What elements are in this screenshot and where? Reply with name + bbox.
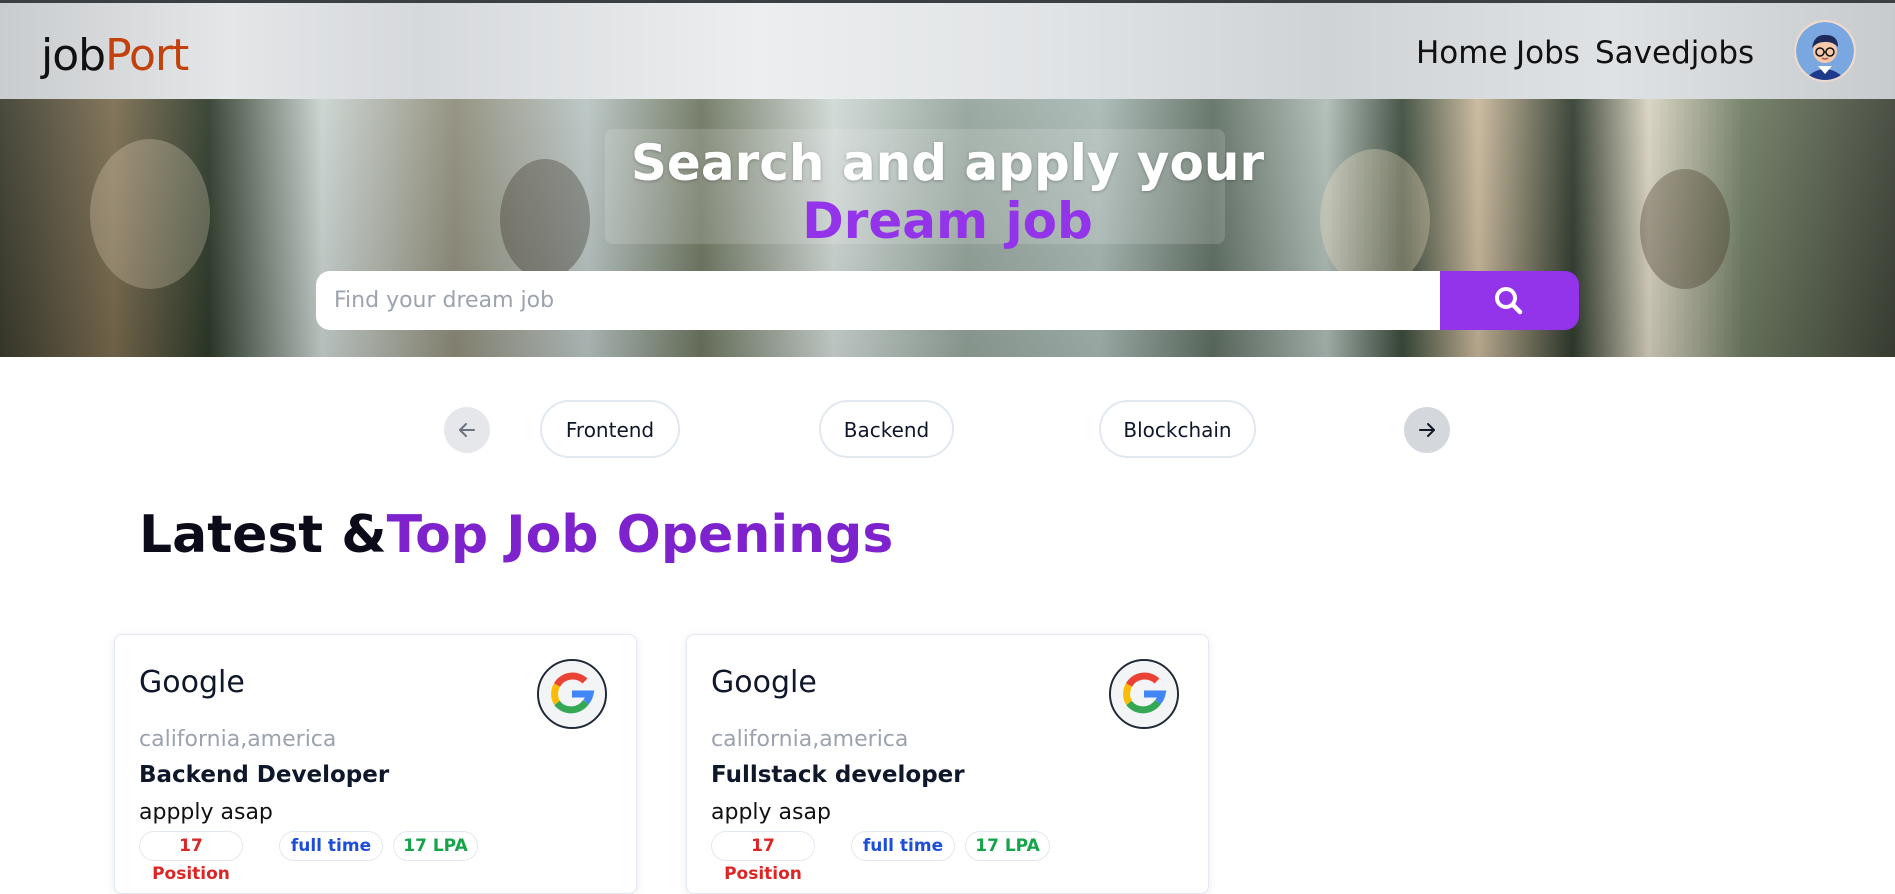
- job-title: Backend Developer: [139, 762, 390, 788]
- job-location: california,america: [139, 727, 337, 752]
- brand-logo[interactable]: jobPort: [41, 30, 189, 81]
- category-pill-backend[interactable]: Backend: [819, 400, 954, 458]
- section-title: Latest &Top Job Openings: [139, 505, 893, 565]
- company-logo: [1109, 659, 1179, 729]
- carousel-prev-button[interactable]: [444, 407, 490, 453]
- nav-savedjobs-link[interactable]: Savedjobs: [1595, 35, 1754, 71]
- company-logo: [537, 659, 607, 729]
- job-location: california,america: [711, 727, 909, 752]
- arrow-right-icon: [1419, 423, 1435, 437]
- search-button[interactable]: [1440, 271, 1579, 330]
- nav-home-link[interactable]: Home: [1416, 35, 1508, 71]
- nav-jobs-link[interactable]: Jobs: [1516, 35, 1580, 71]
- company-name: Google: [139, 665, 245, 700]
- section-title-highlight: Top Job Openings: [386, 505, 894, 565]
- job-card[interactable]: Google california,america Backend Develo…: [114, 634, 637, 894]
- job-type-badge: full time: [851, 831, 955, 861]
- positions-badge: 17 Position: [139, 831, 243, 884]
- salary-badge: 17 LPA: [393, 831, 478, 861]
- brand-logo-part1: job: [41, 30, 106, 81]
- hero-title: Search and apply your: [630, 134, 1265, 192]
- job-description: apply asap: [711, 800, 831, 825]
- section-title-part1: Latest &: [139, 505, 387, 565]
- avatar-icon: [1796, 22, 1854, 80]
- search-icon: [1495, 287, 1523, 315]
- positions-badge: 17 Position: [711, 831, 815, 884]
- category-pill-frontend[interactable]: Frontend: [540, 400, 680, 458]
- job-title: Fullstack developer: [711, 762, 965, 788]
- job-type-badge: full time: [279, 831, 383, 861]
- company-name: Google: [711, 665, 817, 700]
- google-logo-icon: [1111, 661, 1177, 727]
- hero-title-highlight: Dream job: [802, 192, 1093, 250]
- arrow-left-icon: [459, 423, 475, 437]
- user-avatar[interactable]: [1794, 20, 1856, 82]
- brand-logo-part2: Port: [105, 30, 189, 81]
- salary-badge: 17 LPA: [965, 831, 1050, 861]
- navbar: jobPort Home Jobs Savedjobs: [0, 3, 1895, 99]
- carousel-next-button[interactable]: [1404, 407, 1450, 453]
- job-description: appply asap: [139, 800, 273, 825]
- job-card[interactable]: Google california,america Fullstack deve…: [686, 634, 1209, 894]
- category-pill-blockchain[interactable]: Blockchain: [1099, 400, 1256, 458]
- job-search-input[interactable]: [316, 271, 1440, 330]
- google-logo-icon: [539, 661, 605, 727]
- hero-banner: Search and apply your Dream job: [0, 99, 1895, 357]
